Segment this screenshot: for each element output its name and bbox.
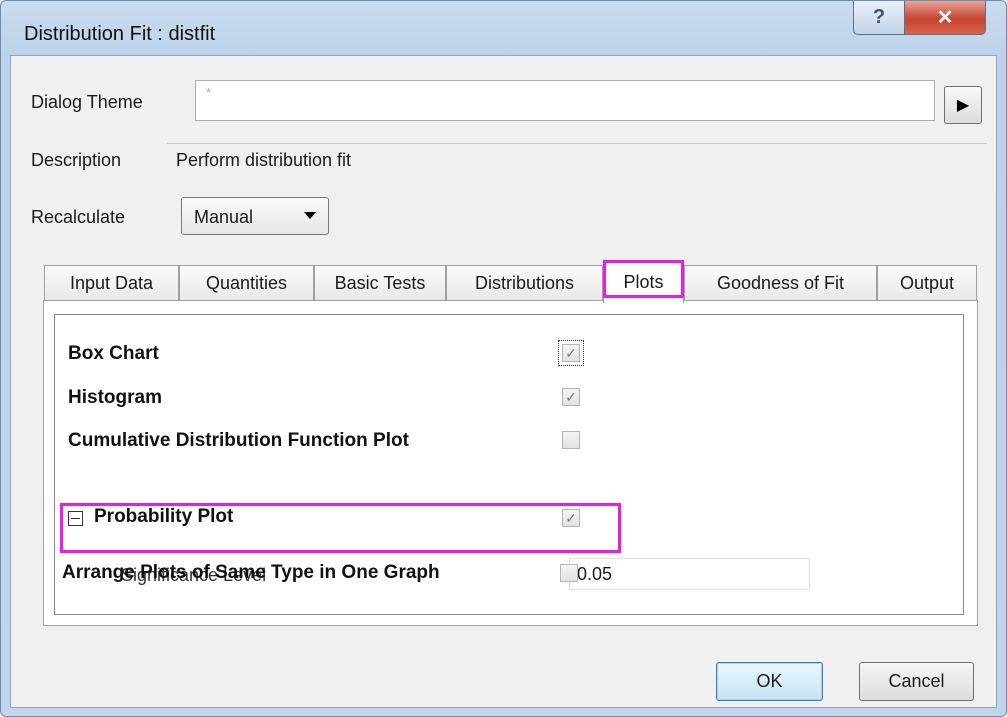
recalculate-label: Recalculate xyxy=(31,207,126,227)
tab-goodness-of-fit[interactable]: Goodness of Fit xyxy=(684,265,877,301)
dialog-theme-input[interactable]: * xyxy=(195,80,935,121)
probability-plot-label: Probability Plot xyxy=(94,506,234,527)
box-chart-label: Box Chart xyxy=(68,343,159,364)
tab-plots[interactable]: Plots xyxy=(603,261,684,303)
dialog-theme-label: Dialog Theme xyxy=(31,92,143,112)
close-icon: ✕ xyxy=(936,7,954,29)
description-value: Perform distribution fit xyxy=(176,150,352,170)
close-button[interactable]: ✕ xyxy=(904,1,986,35)
ok-button[interactable]: OK xyxy=(716,662,823,701)
tab-distributions[interactable]: Distributions xyxy=(446,265,603,301)
probability-plot-checkbox[interactable]: ✓ xyxy=(562,509,580,527)
box-chart-checkbox[interactable]: ✓ xyxy=(558,340,584,366)
recalculate-value: Manual xyxy=(194,207,254,227)
description-divider xyxy=(167,143,987,144)
distribution-fit-dialog: Distribution Fit : distfit ? ✕ Dialog Th… xyxy=(0,0,1007,717)
dropdown-arrow-icon xyxy=(304,212,316,219)
cdf-plot-checkbox[interactable] xyxy=(562,431,580,449)
arrange-plots-label: Arrange Plots of Same Type in One Graph xyxy=(62,562,440,583)
tab-basic-tests[interactable]: Basic Tests xyxy=(314,265,446,301)
tab-input-data[interactable]: Input Data xyxy=(44,265,179,301)
histogram-checkbox[interactable]: ✓ xyxy=(562,388,580,406)
help-button[interactable]: ? xyxy=(853,1,905,35)
histogram-label: Histogram xyxy=(68,387,162,408)
description-label: Description xyxy=(31,150,122,170)
recalculate-dropdown[interactable]: Manual xyxy=(181,197,329,235)
window-title: Distribution Fit : distfit xyxy=(24,23,216,45)
arrange-plots-checkbox[interactable] xyxy=(560,564,578,582)
cdf-plot-label: Cumulative Distribution Function Plot xyxy=(68,430,409,451)
collapse-icon[interactable] xyxy=(68,511,83,526)
dialog-body: Dialog Theme * ▶ Description Perform dis… xyxy=(10,55,997,708)
play-arrow-icon: ▶ xyxy=(956,97,970,114)
title-bar: Distribution Fit : distfit ? ✕ xyxy=(1,1,1006,55)
significance-level-input[interactable]: 0.05 xyxy=(569,558,810,590)
theme-menu-button[interactable]: ▶ xyxy=(944,86,982,124)
cancel-button[interactable]: Cancel xyxy=(859,662,974,701)
tab-output[interactable]: Output xyxy=(877,265,977,301)
help-icon: ? xyxy=(872,6,886,28)
tab-quantities[interactable]: Quantities xyxy=(179,265,314,301)
